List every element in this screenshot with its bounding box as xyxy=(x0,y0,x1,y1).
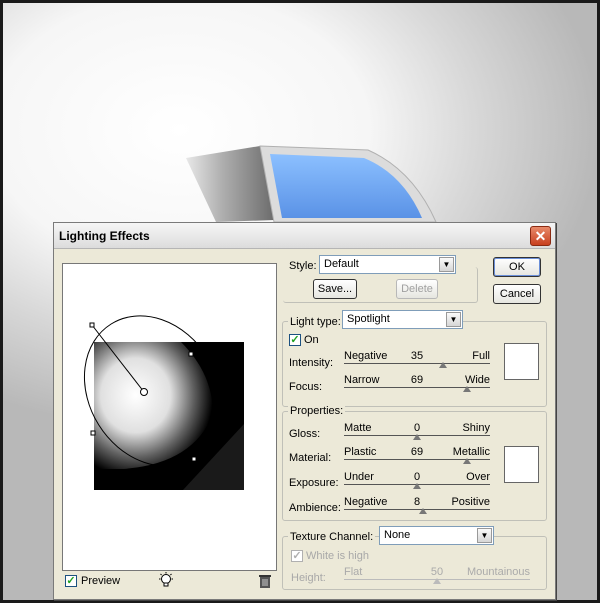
light-type-label: Light type: xyxy=(288,316,343,328)
close-button[interactable]: ✕ xyxy=(530,226,551,246)
properties-title: Properties: xyxy=(288,405,346,417)
white-is-high-checkbox: ✓ xyxy=(291,550,303,562)
preview-canvas[interactable] xyxy=(63,264,276,570)
exposure-label: Exposure: xyxy=(289,477,339,489)
trash-icon[interactable] xyxy=(258,573,272,589)
title-bar: Lighting Effects xyxy=(54,223,555,249)
white-is-high-toggle: ✓ White is high xyxy=(291,550,369,562)
material-low-label: Plastic xyxy=(344,446,377,458)
material-label: Material: xyxy=(289,452,332,464)
cancel-button[interactable]: Cancel xyxy=(493,284,541,304)
material-high-label: Metallic xyxy=(452,446,490,458)
light-on-toggle[interactable]: ✓ On xyxy=(289,334,319,346)
height-thumb xyxy=(433,578,441,584)
lighting-effects-dialog: Lighting Effects ✕ ✓ Preview Style: Defa… xyxy=(53,222,556,600)
focus-label: Focus: xyxy=(289,381,323,393)
exposure-low-label: Under xyxy=(344,471,374,483)
white-is-high-label: White is high xyxy=(306,550,369,562)
height-slider: Flat 50 Mountainous xyxy=(344,566,530,588)
gloss-thumb[interactable] xyxy=(413,434,421,440)
preview-label: Preview xyxy=(81,575,121,587)
light-on-checkbox[interactable]: ✓ xyxy=(289,334,301,346)
texture-channel-value: None xyxy=(384,529,411,541)
light-center-handle[interactable] xyxy=(140,388,148,396)
focus-low-label: Narrow xyxy=(344,374,380,386)
preview-toggle[interactable]: ✓ Preview xyxy=(65,575,120,587)
dialog-title: Lighting Effects xyxy=(59,228,150,243)
light-handle-1[interactable] xyxy=(89,322,95,328)
ambience-high-label: Positive xyxy=(451,496,490,508)
light-on-label: On xyxy=(304,334,319,346)
light-type-select-value: Spotlight xyxy=(347,313,390,325)
chevron-down-icon: ▼ xyxy=(477,528,492,543)
exposure-thumb[interactable] xyxy=(413,483,421,489)
exposure-value: 0 xyxy=(413,471,421,483)
height-high-label: Mountainous xyxy=(467,566,530,578)
intensity-value: 35 xyxy=(410,350,424,362)
focus-thumb[interactable] xyxy=(462,386,471,392)
texture-channel-label: Texture Channel: xyxy=(288,531,376,543)
focus-high-label: Wide xyxy=(464,374,490,386)
ambience-low-label: Negative xyxy=(344,496,388,508)
ambience-slider[interactable]: Negative 8 Positive xyxy=(344,496,490,518)
intensity-low-label: Negative xyxy=(344,350,388,362)
material-slider[interactable]: Plastic 69 Metallic xyxy=(344,446,490,468)
material-thumb[interactable] xyxy=(462,458,471,464)
light-color-swatch[interactable] xyxy=(504,343,539,380)
preview-area[interactable] xyxy=(62,263,277,571)
ambience-thumb[interactable] xyxy=(418,508,427,514)
intensity-track xyxy=(344,363,490,364)
ok-button[interactable]: OK xyxy=(493,257,541,277)
exposure-high-label: Over xyxy=(466,471,490,483)
focus-value: 69 xyxy=(410,374,424,386)
light-type-select[interactable]: Spotlight ▼ xyxy=(342,310,463,329)
ambience-color-swatch[interactable] xyxy=(504,446,539,483)
intensity-label: Intensity: xyxy=(289,357,334,369)
light-handle-3[interactable] xyxy=(191,456,197,462)
focus-slider[interactable]: Narrow 69 Wide xyxy=(344,374,490,396)
texture-channel-select[interactable]: None ▼ xyxy=(379,526,494,545)
light-handle-2[interactable] xyxy=(188,351,194,357)
preview-checkbox[interactable]: ✓ xyxy=(65,575,77,587)
light-handle-4[interactable] xyxy=(90,430,96,436)
intensity-high-label: Full xyxy=(472,350,490,362)
close-icon: ✕ xyxy=(534,228,547,244)
intensity-thumb[interactable] xyxy=(439,362,448,368)
ambience-track xyxy=(344,509,490,510)
light-bulb-icon[interactable] xyxy=(158,572,174,590)
height-label: Height: xyxy=(291,572,326,584)
height-low-label: Flat xyxy=(344,566,363,578)
gloss-low-label: Matte xyxy=(344,422,372,434)
height-value: 50 xyxy=(430,566,444,578)
exposure-slider[interactable]: Under 0 Over xyxy=(344,471,490,493)
gloss-label: Gloss: xyxy=(289,428,321,440)
style-group-frame xyxy=(283,267,478,303)
gloss-value: 0 xyxy=(413,422,421,434)
gloss-high-label: Shiny xyxy=(462,422,490,434)
ambience-label: Ambience: xyxy=(289,502,341,514)
chevron-down-icon: ▼ xyxy=(446,312,461,327)
material-value: 69 xyxy=(410,446,424,458)
intensity-slider[interactable]: Negative 35 Full xyxy=(344,350,490,372)
gloss-slider[interactable]: Matte 0 Shiny xyxy=(344,422,490,444)
ambience-value: 8 xyxy=(413,496,421,508)
